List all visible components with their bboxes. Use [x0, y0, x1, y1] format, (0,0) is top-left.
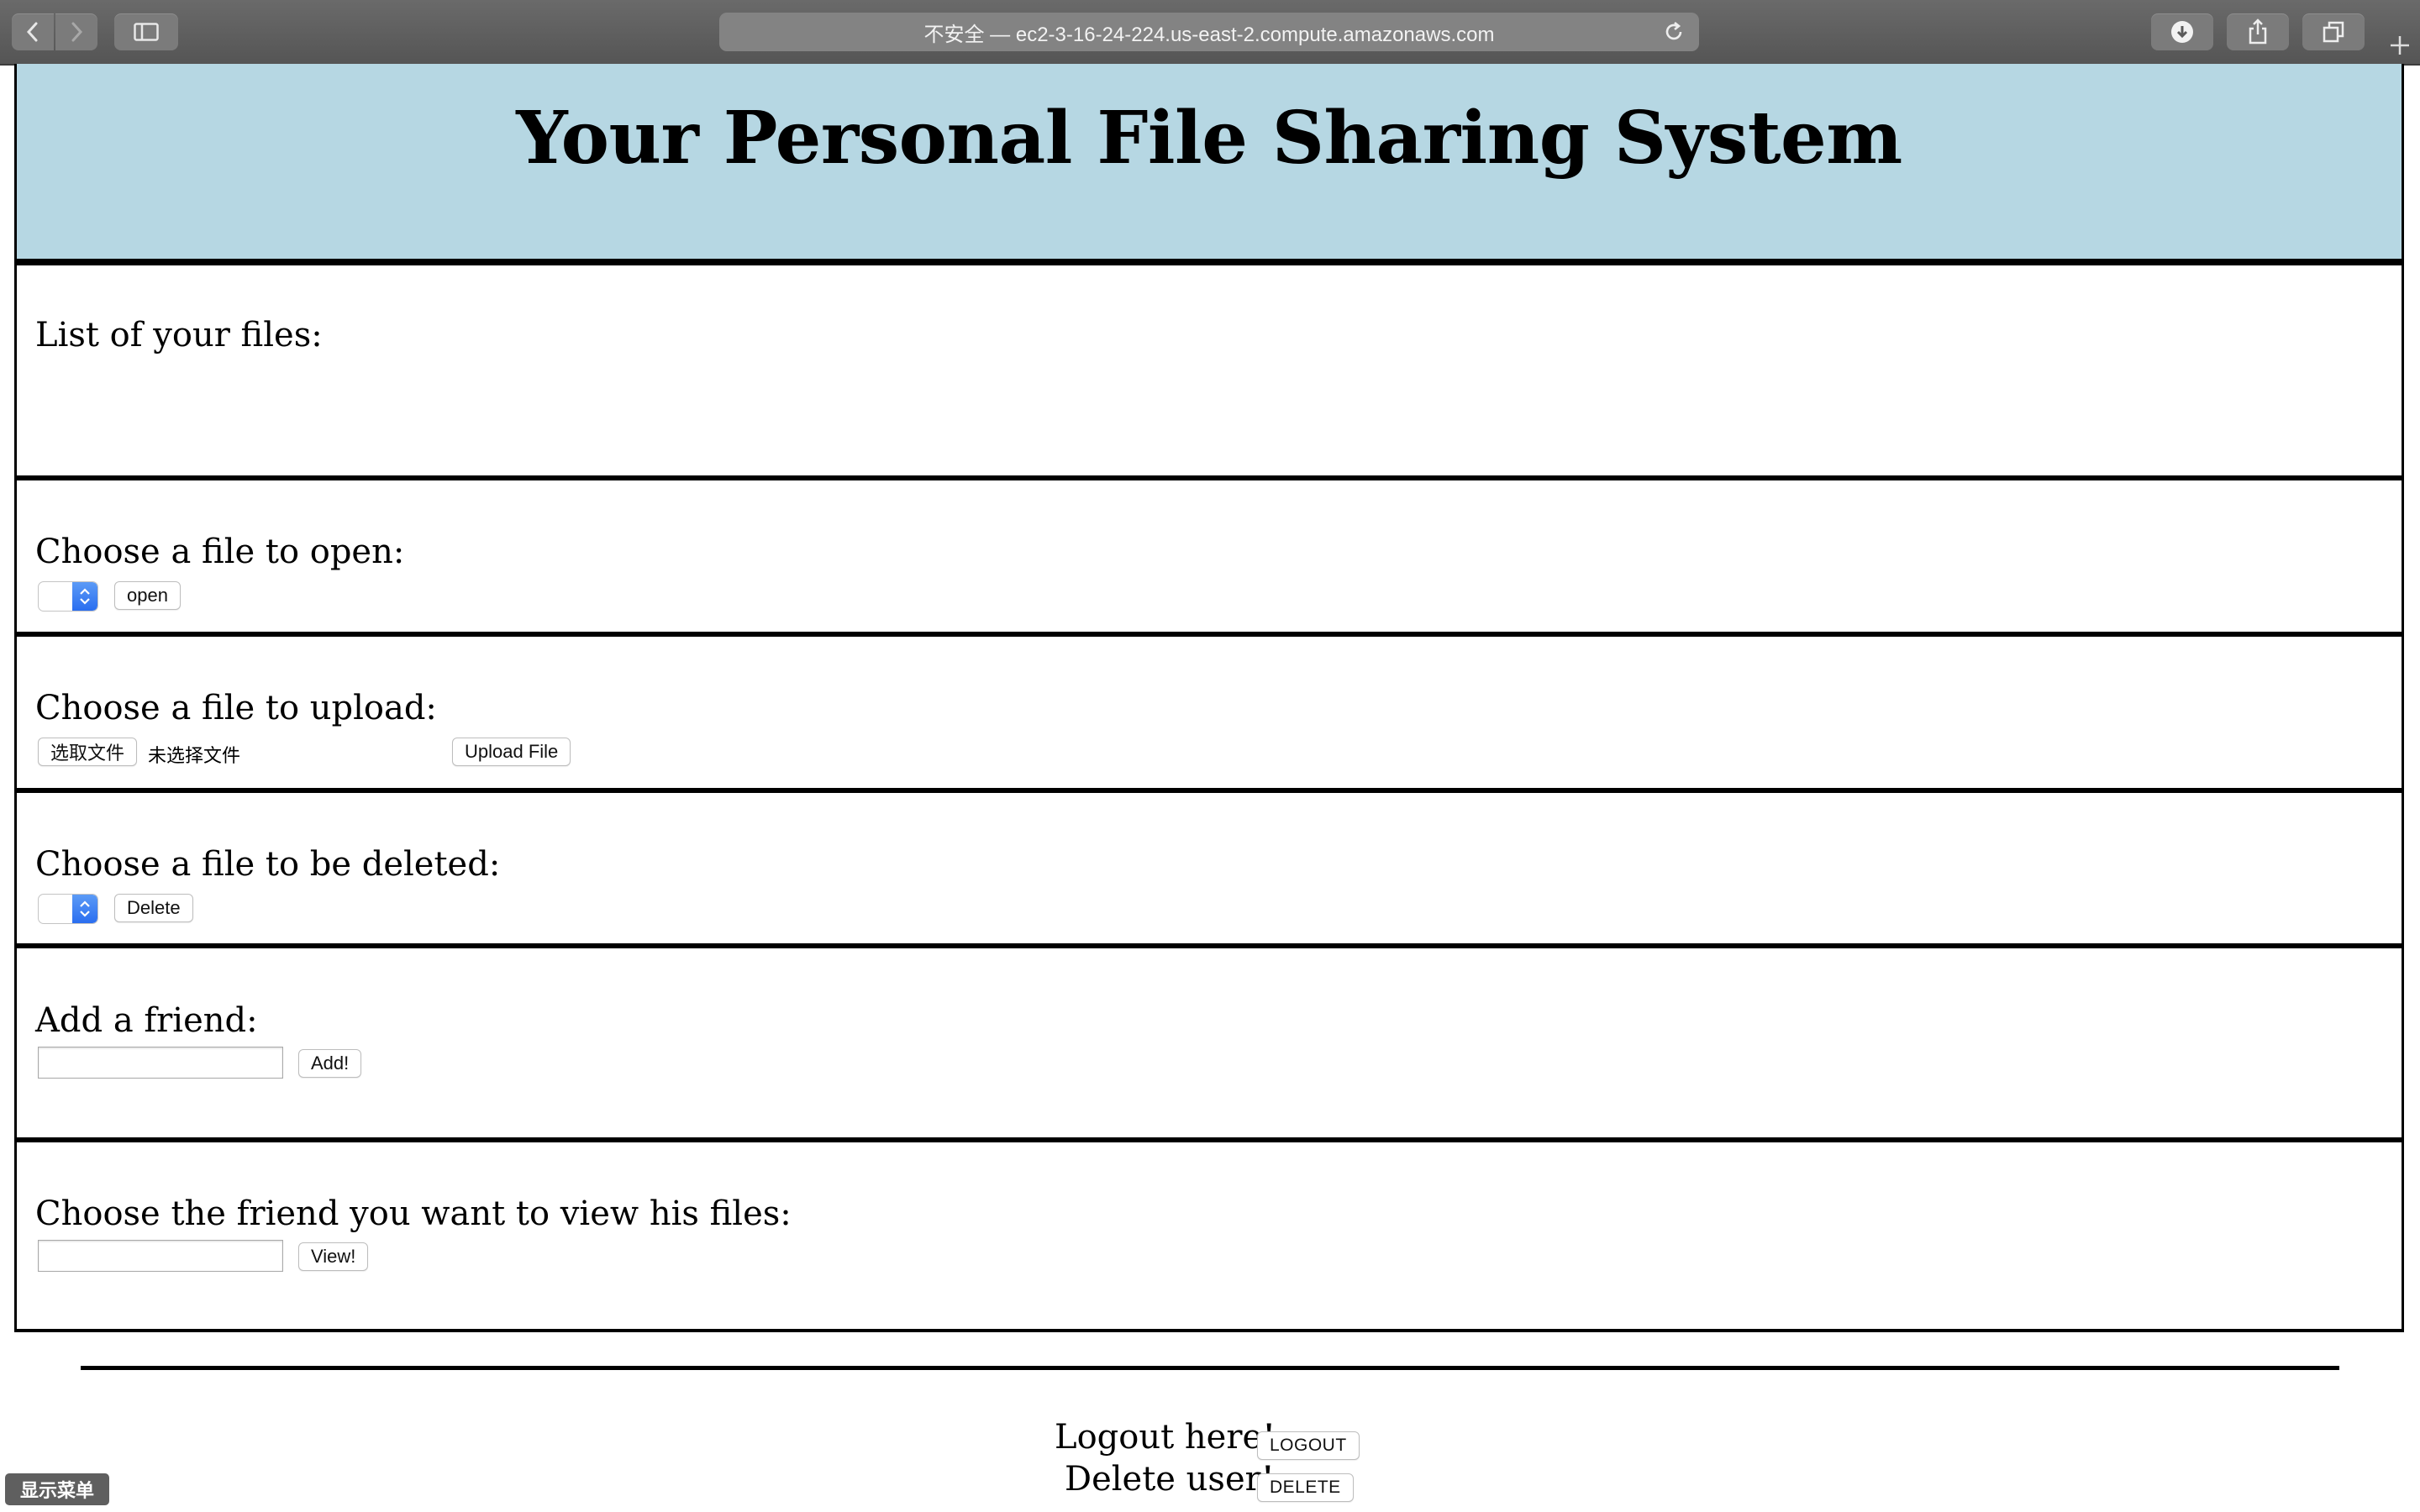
page-header: Your Personal File Sharing System: [14, 64, 2404, 261]
no-file-chosen-text: 未选择文件: [148, 745, 241, 766]
sidebar-toggle-button[interactable]: [114, 13, 178, 50]
tabs-icon: [2323, 21, 2344, 43]
share-icon: [2249, 18, 2267, 45]
view-friend-files-button[interactable]: View!: [298, 1242, 369, 1271]
address-bar[interactable]: 不安全 — ec2-3-16-24-224.us-east-2.compute.…: [719, 13, 1699, 51]
view-friend-files-title: Choose the friend you want to view his f…: [35, 1194, 792, 1233]
footer-rule: [81, 1366, 2339, 1370]
tabs-overview-button[interactable]: [2302, 13, 2365, 50]
file-list-section: List of your files:: [14, 265, 2404, 475]
delete-user-label: Delete user!: [1065, 1460, 1275, 1499]
friend-view-input[interactable]: [38, 1240, 283, 1272]
show-menu-button[interactable]: 显示菜单: [5, 1473, 109, 1505]
new-tab-button[interactable]: [2380, 25, 2420, 66]
logout-button[interactable]: LOGOUT: [1257, 1431, 1360, 1460]
open-file-title: Choose a file to open:: [35, 533, 405, 571]
delete-file-button[interactable]: Delete: [114, 894, 193, 922]
open-button[interactable]: open: [114, 581, 181, 610]
add-friend-button[interactable]: Add!: [298, 1049, 362, 1078]
browser-toolbar: 不安全 — ec2-3-16-24-224.us-east-2.compute.…: [0, 0, 2420, 66]
forward-button[interactable]: [55, 13, 97, 50]
downloads-button[interactable]: [2151, 13, 2213, 50]
section-divider: [14, 1329, 2404, 1332]
download-icon: [2171, 21, 2193, 43]
plus-icon: [2391, 36, 2409, 55]
delete-file-section: Choose a file to be deleted: Delete: [14, 793, 2404, 943]
logout-label: Logout here!: [1055, 1418, 1276, 1457]
select-arrows-icon: [72, 582, 97, 611]
sidebar-icon: [134, 23, 159, 41]
url-text: 不安全 — ec2-3-16-24-224.us-east-2.compute.…: [923, 23, 1495, 46]
delete-user-button[interactable]: DELETE: [1257, 1473, 1354, 1502]
open-file-section: Choose a file to open: open: [14, 480, 2404, 632]
upload-file-button[interactable]: Upload File: [452, 738, 571, 766]
delete-file-select[interactable]: [38, 894, 98, 924]
open-file-select[interactable]: [38, 581, 98, 612]
chevron-right-icon: [71, 22, 83, 42]
delete-file-title: Choose a file to be deleted:: [35, 845, 501, 884]
chevron-left-icon: [26, 22, 38, 42]
choose-file-button[interactable]: 选取文件: [38, 738, 138, 766]
add-friend-section: Add a friend: Add!: [14, 948, 2404, 1137]
file-list-title: List of your files:: [35, 316, 323, 354]
share-button[interactable]: [2227, 13, 2289, 50]
select-arrows-icon: [72, 895, 97, 923]
upload-file-section: Choose a file to upload: 选取文件 未选择文件 Uplo…: [14, 637, 2404, 788]
page-title: Your Personal File Sharing System: [516, 96, 1902, 181]
upload-file-title: Choose a file to upload:: [35, 689, 437, 727]
friend-name-input[interactable]: [38, 1047, 283, 1079]
reload-icon[interactable]: [1662, 20, 1686, 50]
back-button[interactable]: [12, 13, 54, 50]
view-friend-files-section: Choose the friend you want to view his f…: [14, 1142, 2404, 1329]
add-friend-title: Add a friend:: [35, 1001, 258, 1040]
